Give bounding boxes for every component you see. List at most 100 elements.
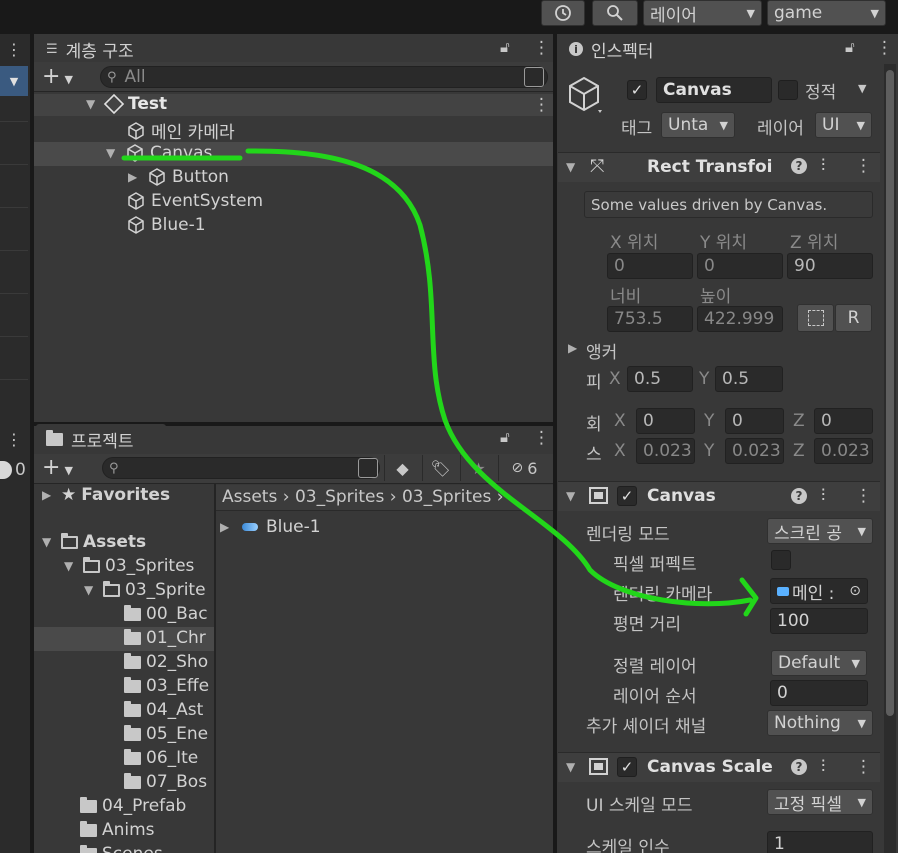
project-split-divider[interactable]	[214, 484, 216, 853]
tree-scenes[interactable]: Scenes	[80, 844, 163, 853]
project-menu-icon[interactable]: ⋮	[533, 428, 550, 448]
expand-arrow-icon[interactable]: ▼	[566, 489, 575, 503]
order-in-layer-field[interactable]: 0	[770, 680, 868, 706]
hierarchy-lock-icon[interactable]: 🔓︎	[500, 38, 510, 56]
expand-arrow-icon[interactable]: ▼	[566, 760, 575, 774]
tree-04-prefab[interactable]: 04_Prefab	[80, 796, 186, 816]
scene-menu-icon[interactable]: ⋮	[533, 95, 550, 115]
presets-icon[interactable]: ⫶	[821, 486, 825, 506]
layer-dropdown[interactable]: UI ▼	[815, 112, 872, 138]
component-menu-icon[interactable]: ⋮	[855, 757, 872, 777]
component-menu-icon[interactable]: ⋮	[855, 156, 872, 176]
hierarchy-item-blue1[interactable]: Blue-1	[126, 215, 206, 235]
hierarchy-item-eventsystem[interactable]: EventSystem	[126, 191, 263, 211]
canvas-scaler-enabled-checkbox[interactable]: ✓	[617, 757, 637, 777]
scene-tab-menu-icon[interactable]: ⋮	[6, 40, 22, 59]
hierarchy-item-button[interactable]: ▶ Button	[128, 167, 229, 187]
inspector-menu-icon[interactable]: ⋮	[876, 38, 893, 58]
pivot-x-field[interactable]: 0.5	[627, 366, 693, 392]
help-icon[interactable]: ?	[791, 488, 807, 504]
scale-z-field[interactable]: 0.023	[814, 438, 873, 464]
pos-y-field[interactable]: 0	[697, 253, 783, 279]
history-button[interactable]	[541, 0, 585, 26]
tree-anims[interactable]: Anims	[80, 820, 155, 840]
presets-icon[interactable]: ⫶	[821, 156, 825, 176]
search-button[interactable]	[592, 0, 638, 26]
render-camera-field[interactable]: 메인 : ⊙	[770, 578, 868, 604]
layers-dropdown[interactable]: 레이어 ▼	[643, 0, 762, 26]
tree-subfolder[interactable]: 03_Effe	[124, 676, 214, 696]
pos-z-field[interactable]: 90	[787, 253, 873, 279]
search-mode-icon[interactable]	[358, 458, 378, 478]
project-search-input[interactable]: ⚲	[102, 457, 380, 479]
blueprint-mode-button[interactable]	[797, 304, 834, 332]
tree-subfolder[interactable]: 04_Ast	[124, 700, 214, 720]
sorting-layer-dropdown[interactable]: Default ▼	[771, 650, 867, 676]
search-mode-icon[interactable]	[524, 67, 544, 87]
tab-project[interactable]: 프로젝트	[36, 424, 166, 454]
tag-dropdown[interactable]: Unta ▼	[661, 112, 735, 138]
scene-item[interactable]: ▼ Test	[86, 93, 167, 115]
hierarchy-search-input[interactable]: ⚲ All	[100, 66, 548, 88]
presets-icon[interactable]: ⫶	[821, 757, 825, 777]
width-field[interactable]: 753.5	[607, 306, 693, 332]
rot-y-field[interactable]: 0	[725, 408, 784, 434]
rot-x-field[interactable]: 0	[636, 408, 695, 434]
tree-subfolder[interactable]: 06_Ite	[124, 748, 214, 768]
hierarchy-add-button[interactable]: + ▼	[42, 64, 73, 89]
scale-x-field[interactable]: 0.023	[636, 438, 695, 464]
filter-by-type-icon[interactable]: ◆	[384, 455, 420, 481]
shader-channels-dropdown[interactable]: Nothing ▼	[767, 710, 873, 736]
scene-dropdown-button[interactable]: ▼	[0, 66, 28, 96]
component-menu-icon[interactable]: ⋮	[855, 486, 872, 506]
tree-subfolder[interactable]: 05_Ene	[124, 724, 214, 744]
expand-arrow-icon[interactable]: ▼	[566, 160, 575, 174]
pos-x-field[interactable]: 0	[607, 253, 693, 279]
object-name-input[interactable]: Canvas	[656, 77, 772, 103]
console-tab-menu-icon[interactable]: ⋮	[6, 430, 22, 449]
breadcrumb-item[interactable]: 03_Sprites	[295, 487, 384, 507]
project-add-button[interactable]: + ▼	[42, 455, 73, 480]
tree-subfolder[interactable]: 07_Bos	[124, 772, 214, 792]
layout-dropdown[interactable]: game ▼	[767, 0, 886, 26]
tree-03-sprite-sub[interactable]: ▼ 03_Sprite	[84, 580, 214, 600]
anchors-expand-arrow-icon[interactable]: ▶	[568, 341, 577, 355]
help-icon[interactable]: ?	[791, 158, 807, 174]
height-field[interactable]: 422.999	[697, 306, 783, 332]
help-icon[interactable]: ?	[791, 759, 807, 775]
object-picker-icon[interactable]: ⊙	[849, 583, 861, 599]
tree-subfolder[interactable]: 00_Bac	[124, 604, 214, 624]
tab-hierarchy[interactable]: ☰ 계층 구조	[36, 34, 174, 64]
tree-assets[interactable]: ▼ Assets	[42, 532, 146, 552]
raw-edit-button[interactable]: R	[835, 304, 872, 332]
inspector-scrollbar[interactable]	[884, 64, 896, 853]
pixel-perfect-checkbox[interactable]	[771, 550, 791, 570]
scrollbar-thumb[interactable]	[886, 70, 894, 716]
tree-subfolder[interactable]: 01_Chr	[124, 628, 214, 648]
breadcrumb-item[interactable]: 03_Sprites	[402, 487, 491, 507]
gameobject-large-cube-icon[interactable]	[566, 74, 606, 118]
filter-by-label-icon[interactable]: 🏷︎	[422, 455, 458, 481]
canvas-enabled-checkbox[interactable]: ✓	[617, 486, 637, 506]
static-dropdown-arrow[interactable]: ▼	[858, 82, 866, 95]
scale-y-field[interactable]: 0.023	[725, 438, 784, 464]
hierarchy-item-canvas[interactable]: ▼ Canvas	[106, 143, 212, 163]
tab-inspector[interactable]: i 인스펙터	[559, 34, 691, 64]
render-mode-dropdown[interactable]: 스크린 공 ▼	[767, 518, 873, 544]
scale-factor-field[interactable]: 1	[767, 831, 873, 853]
hidden-packages-toggle[interactable]: ⊘ 6	[498, 455, 550, 481]
hierarchy-item-main-camera[interactable]: 메인 카메라	[126, 118, 235, 143]
pivot-y-field[interactable]: 0.5	[715, 366, 783, 392]
favorite-star-icon[interactable]: ★	[460, 455, 496, 481]
tree-03-sprites[interactable]: ▼ 03_Sprites	[64, 556, 194, 576]
tree-subfolder[interactable]: 02_Sho	[124, 652, 214, 672]
rot-z-field[interactable]: 0	[814, 408, 873, 434]
ui-scale-mode-dropdown[interactable]: 고정 픽셀 ▼	[767, 789, 873, 815]
plane-distance-field[interactable]: 100	[770, 608, 868, 634]
active-checkbox[interactable]: ✓	[627, 80, 647, 100]
breadcrumb-item[interactable]: Assets	[222, 487, 277, 507]
hierarchy-menu-icon[interactable]: ⋮	[533, 38, 550, 58]
tree-favorites[interactable]: ▶ ★ Favorites	[42, 485, 170, 505]
file-item-blue1[interactable]: ▶ Blue-1	[220, 517, 321, 537]
project-lock-icon[interactable]: 🔓︎	[500, 428, 510, 446]
